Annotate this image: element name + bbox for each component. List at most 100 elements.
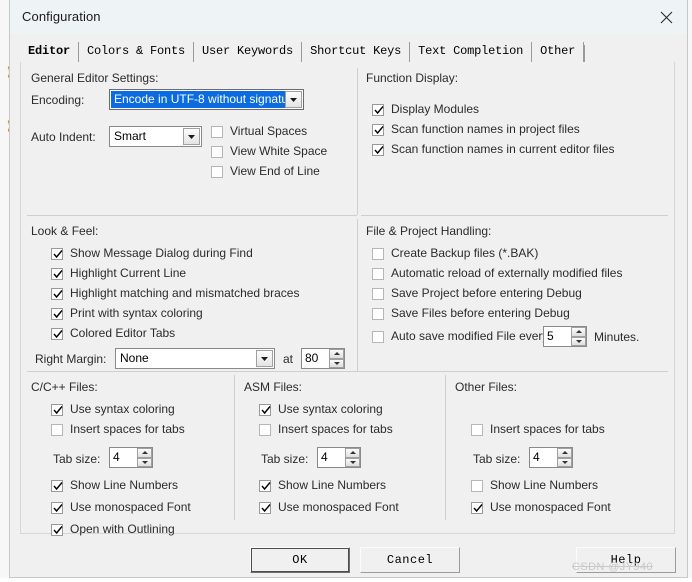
checkbox-box [211, 145, 223, 158]
stepper-up-icon[interactable] [329, 349, 344, 359]
checkbox-view-end-of-line[interactable]: View End of Line [211, 165, 320, 178]
help-button[interactable]: Help [576, 547, 676, 573]
checkbox-asm-show-line-numbers[interactable]: Show Line Numbers [259, 479, 386, 492]
auto-indent-label: Auto Indent: [31, 130, 96, 144]
checkbox-virtual-spaces[interactable]: Virtual Spaces [211, 125, 307, 138]
other-tab-size-stepper[interactable]: 4 [529, 447, 573, 468]
checkbox-asm-use-syntax-coloring[interactable]: Use syntax coloring [259, 403, 383, 416]
tab-shortcut-keys[interactable]: Shortcut Keys [302, 42, 411, 62]
chevron-down-icon[interactable] [256, 350, 273, 367]
checkbox-cpp-use-syntax-coloring[interactable]: Use syntax coloring [51, 403, 175, 416]
close-button[interactable] [651, 4, 681, 30]
tab-colors-and-fonts[interactable]: Colors & Fonts [79, 42, 195, 62]
auto-indent-combobox[interactable]: Smart [109, 126, 202, 147]
checkbox-box [372, 267, 384, 280]
checkbox-save-files-before-debug[interactable]: Save Files before entering Debug [372, 307, 570, 320]
stepper-buttons [557, 448, 572, 467]
checkbox-view-white-space[interactable]: View White Space [211, 145, 327, 158]
checkbox-box [259, 501, 271, 514]
ok-button[interactable]: OK [250, 547, 350, 573]
tab-user-keywords[interactable]: User Keywords [194, 42, 303, 62]
tab-editor[interactable]: Editor [20, 42, 80, 62]
tab-text-completion[interactable]: Text Completion [410, 42, 533, 62]
stepper-down-icon[interactable] [137, 457, 152, 467]
dialog-client-area: Editor Colors & Fonts User Keywords Shor… [10, 34, 687, 577]
chevron-down-icon[interactable] [183, 128, 200, 145]
asm-tab-size-stepper[interactable]: 4 [317, 447, 361, 468]
panel-divider-horizontal-left [27, 215, 357, 216]
checkbox-scan-function-names-editor[interactable]: Scan function names in current editor fi… [372, 143, 614, 156]
right-margin-value: None [120, 351, 149, 365]
checkbox-other-insert-spaces-for-tabs[interactable]: Insert spaces for tabs [471, 423, 605, 436]
auto-indent-value: Smart [114, 129, 147, 143]
autosave-interval-stepper[interactable]: 5 [543, 326, 587, 347]
cpp-tab-size-stepper[interactable]: 4 [109, 447, 153, 468]
checkbox-cpp-use-monospaced-font[interactable]: Use monospaced Font [51, 501, 191, 514]
checkbox-highlight-braces[interactable]: Highlight matching and mismatched braces [51, 287, 299, 300]
other-files-title: Other Files: [455, 380, 518, 394]
right-margin-combobox[interactable]: None [115, 348, 275, 369]
checkbox-box [51, 267, 63, 280]
checkbox-label: Show Line Numbers [70, 478, 179, 492]
checkbox-label: Display Modules [391, 102, 480, 116]
stepper-down-icon[interactable] [345, 457, 360, 467]
checkbox-auto-save-modified-file[interactable]: Auto save modified File every [372, 330, 548, 343]
chevron-down-icon[interactable] [285, 91, 302, 108]
checkbox-label: Save Project before entering Debug [391, 286, 582, 300]
checkbox-label: View White Space [230, 144, 328, 158]
checkbox-box [471, 501, 483, 514]
checkbox-box [372, 123, 384, 136]
stepper-down-icon[interactable] [571, 336, 586, 346]
panel-divider-vertical-middle [357, 219, 358, 371]
asm-tab-size-value: 4 [321, 450, 328, 464]
titlebar: Configuration [10, 0, 687, 35]
tab-other[interactable]: Other [532, 42, 585, 62]
stepper-up-icon[interactable] [557, 448, 572, 458]
checkbox-label: Insert spaces for tabs [70, 422, 185, 436]
checkbox-display-modules[interactable]: Display Modules [372, 103, 479, 116]
checkbox-asm-use-monospaced-font[interactable]: Use monospaced Font [259, 501, 399, 514]
checkbox-label: Insert spaces for tabs [278, 422, 393, 436]
checkbox-box [259, 403, 271, 416]
checkbox-cpp-show-line-numbers[interactable]: Show Line Numbers [51, 479, 178, 492]
file-project-handling-title: File & Project Handling: [366, 224, 492, 238]
bottom-edge [0, 578, 692, 582]
checkbox-create-backup-files[interactable]: Create Backup files (*.BAK) [372, 247, 538, 260]
checkbox-box [51, 479, 63, 492]
stepper-up-icon[interactable] [571, 327, 586, 337]
checkbox-box [471, 479, 483, 492]
cancel-button[interactable]: Cancel [360, 547, 460, 573]
checkbox-scan-function-names-project[interactable]: Scan function names in project files [372, 123, 580, 136]
stepper-down-icon[interactable] [329, 358, 344, 368]
checkbox-box [259, 423, 271, 436]
checkbox-box [51, 327, 63, 340]
checkbox-label: Save Files before entering Debug [391, 306, 570, 320]
checkbox-other-use-monospaced-font[interactable]: Use monospaced Font [471, 501, 611, 514]
right-margin-label: Right Margin: [35, 352, 107, 366]
checkbox-cpp-insert-spaces-for-tabs[interactable]: Insert spaces for tabs [51, 423, 185, 436]
autosave-interval-value: 5 [547, 329, 554, 343]
stepper-up-icon[interactable] [137, 448, 152, 458]
checkbox-show-message-dialog-during-find[interactable]: Show Message Dialog during Find [51, 247, 253, 260]
checkbox-label: Colored Editor Tabs [70, 326, 176, 340]
checkbox-cpp-open-with-outlining[interactable]: Open with Outlining [51, 523, 175, 536]
checkbox-colored-editor-tabs[interactable]: Colored Editor Tabs [51, 327, 175, 340]
checkbox-save-project-before-debug[interactable]: Save Project before entering Debug [372, 287, 582, 300]
encoding-combobox[interactable]: Encode in UTF-8 without signature [109, 89, 304, 110]
checkbox-automatic-reload[interactable]: Automatic reload of externally modified … [372, 267, 622, 280]
checkbox-other-show-line-numbers[interactable]: Show Line Numbers [471, 479, 598, 492]
panel-divider-horizontal-right [361, 215, 668, 216]
checkbox-label: Use syntax coloring [70, 402, 175, 416]
editor-settings-panel: General Editor Settings: Encoding: Encod… [20, 62, 675, 536]
right-margin-at-label: at [283, 352, 294, 366]
stepper-up-icon[interactable] [345, 448, 360, 458]
checkbox-box [51, 247, 63, 260]
right-margin-column-stepper[interactable]: 80 [301, 348, 345, 369]
checkbox-asm-insert-spaces-for-tabs[interactable]: Insert spaces for tabs [259, 423, 393, 436]
checkbox-highlight-current-line[interactable]: Highlight Current Line [51, 267, 186, 280]
stepper-down-icon[interactable] [557, 457, 572, 467]
checkbox-print-with-syntax-coloring[interactable]: Print with syntax coloring [51, 307, 203, 320]
checkbox-box [211, 125, 223, 138]
checkbox-box [51, 287, 63, 300]
dialog-button-bar: OK Cancel Help [10, 539, 687, 577]
